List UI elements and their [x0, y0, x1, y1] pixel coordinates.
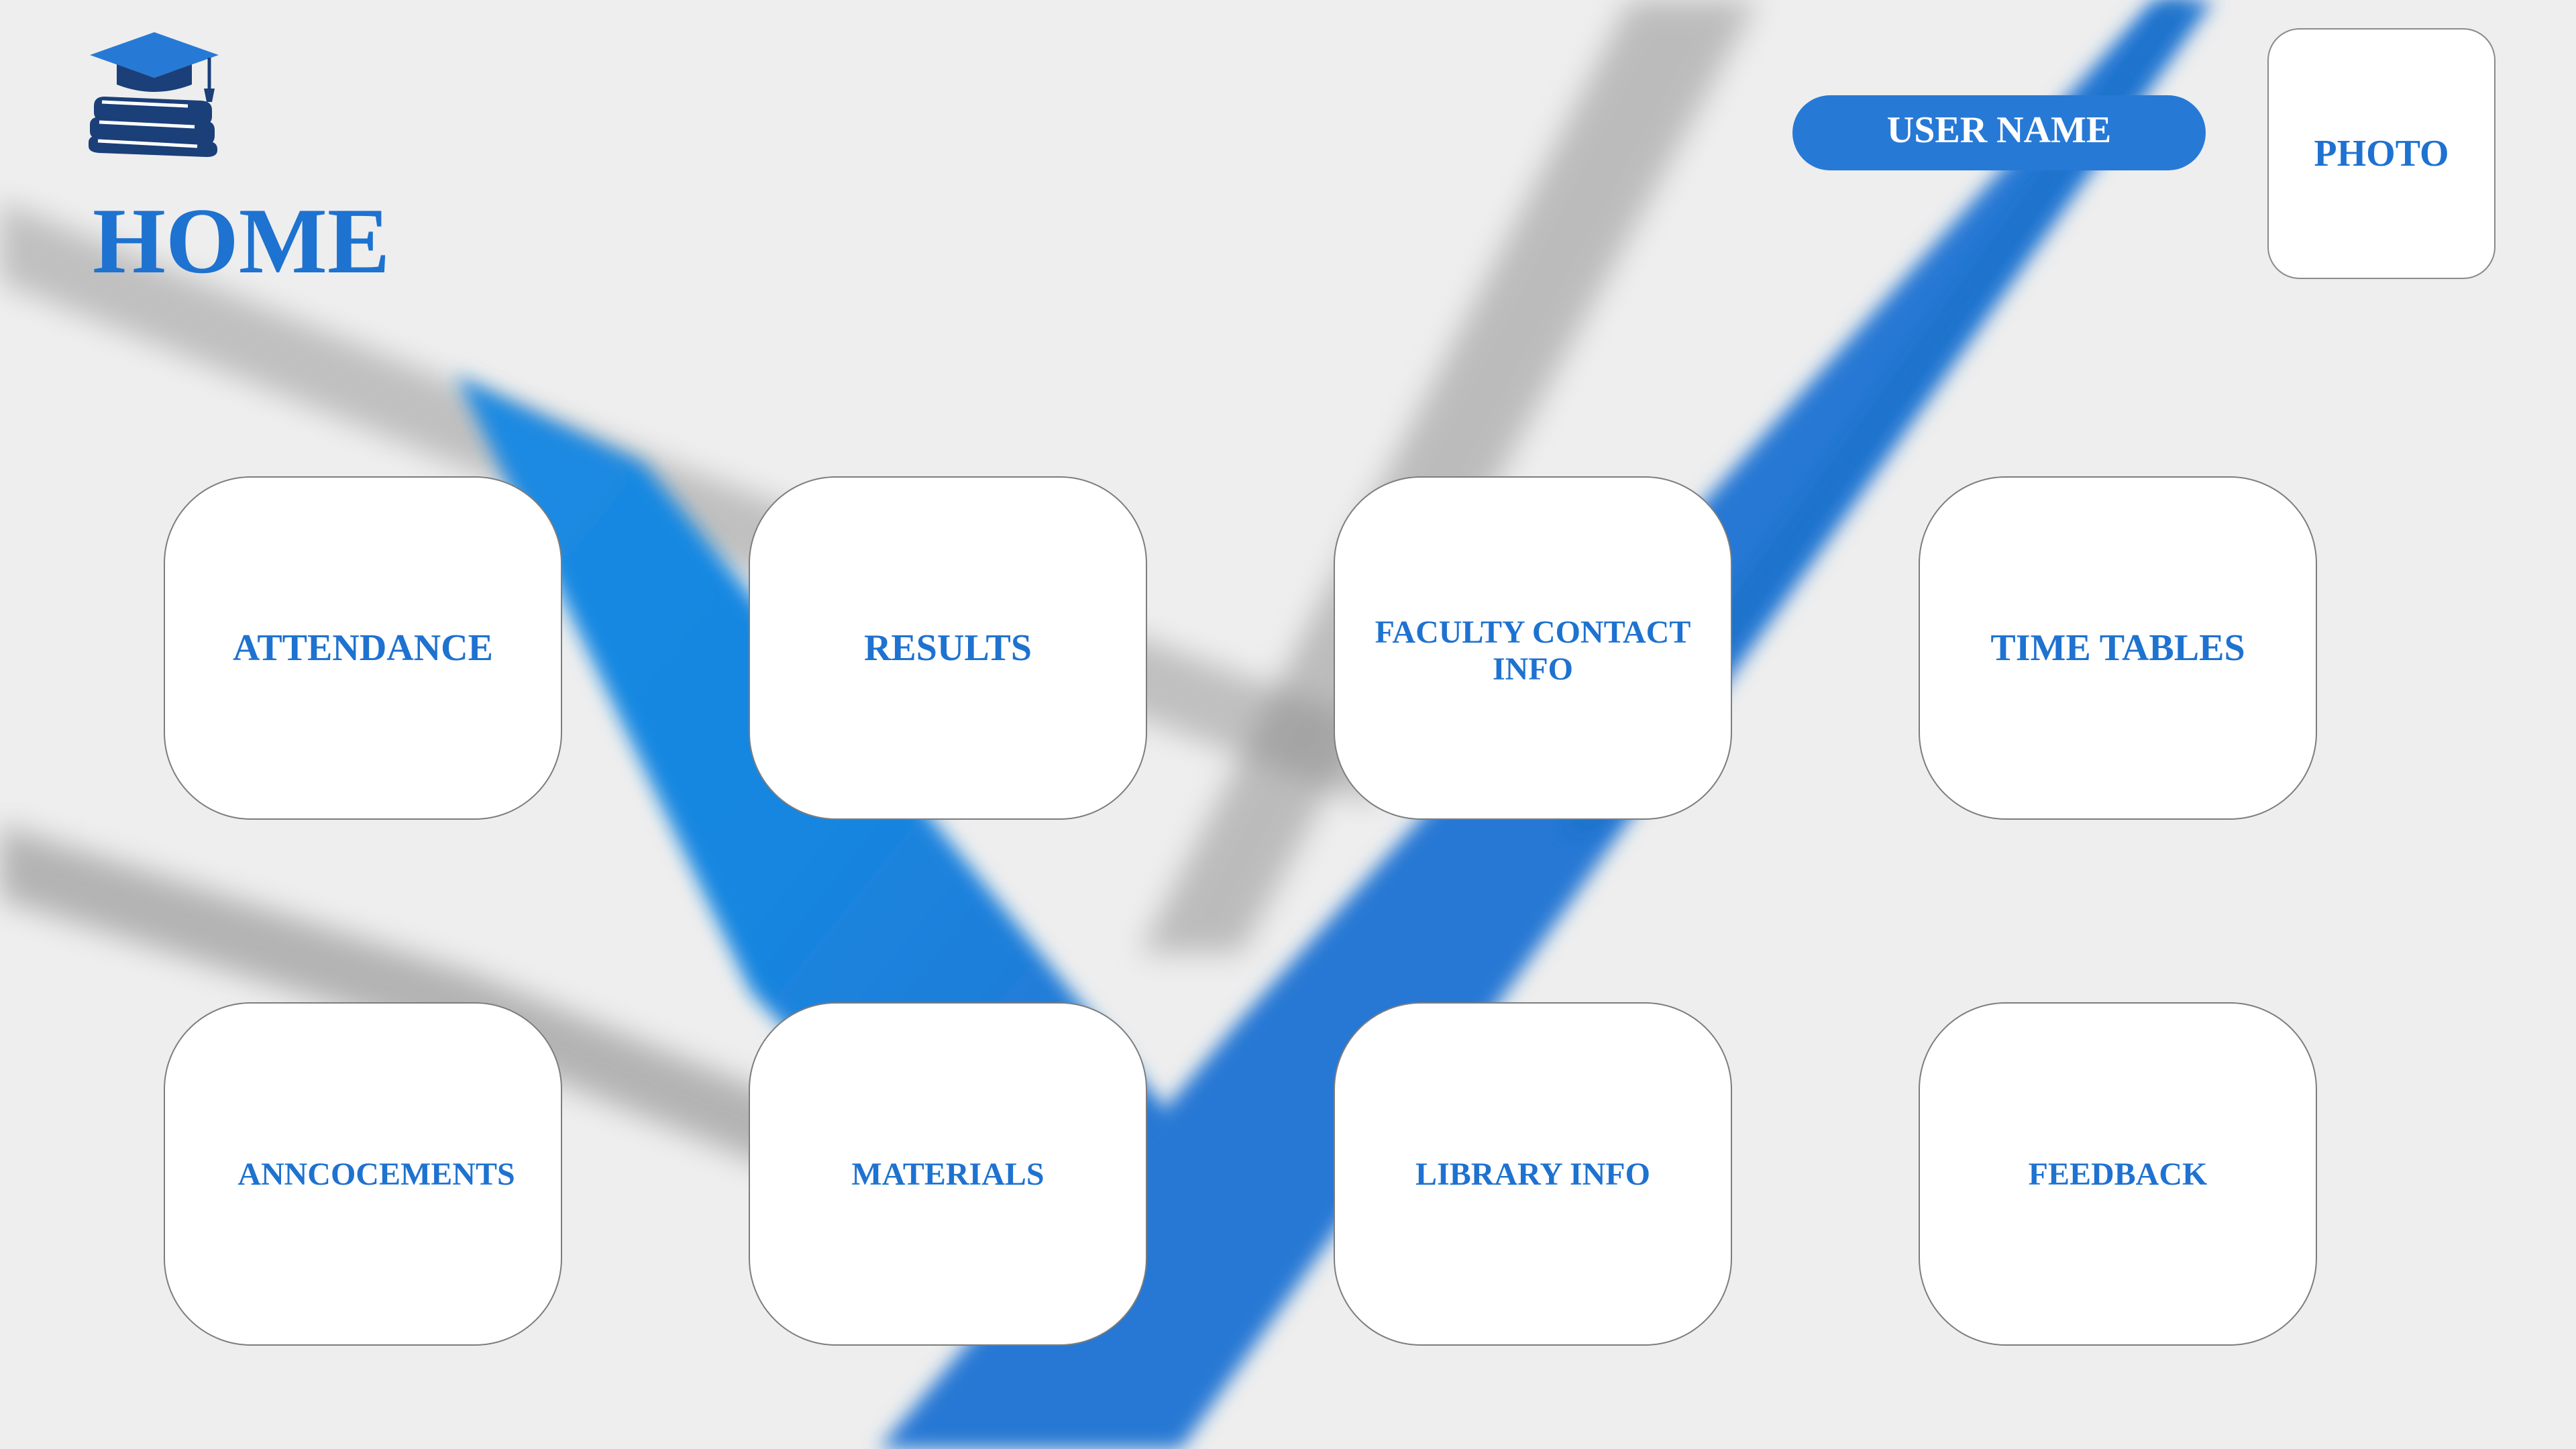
announcements-tile[interactable]: ANNCOCEMENTS — [164, 1002, 562, 1346]
faculty-contact-info-label: FACULTY CONTACT INFO — [1375, 614, 1691, 687]
user-name-badge[interactable]: USER NAME — [1792, 95, 2206, 170]
profile-photo[interactable]: PHOTO — [2267, 28, 2496, 279]
materials-tile[interactable]: MATERIALS — [749, 1002, 1147, 1346]
page-title: HOME — [93, 189, 390, 293]
time-tables-label: TIME TABLES — [1990, 627, 2245, 669]
library-info-tile[interactable]: LIBRARY INFO — [1334, 1002, 1732, 1346]
announcements-label: ANNCOCEMENTS — [237, 1156, 515, 1192]
results-tile[interactable]: RESULTS — [749, 476, 1147, 820]
graduation-cap-books-icon — [87, 27, 221, 158]
photo-label: PHOTO — [2314, 133, 2449, 174]
attendance-tile[interactable]: ATTENDANCE — [164, 476, 562, 820]
attendance-label: ATTENDANCE — [233, 627, 493, 669]
time-tables-tile[interactable]: TIME TABLES — [1919, 476, 2317, 820]
feedback-tile[interactable]: FEEDBACK — [1919, 1002, 2317, 1346]
feedback-label: FEEDBACK — [2028, 1156, 2208, 1192]
materials-label: MATERIALS — [851, 1156, 1044, 1192]
results-label: RESULTS — [863, 627, 1032, 669]
library-info-label: LIBRARY INFO — [1415, 1156, 1650, 1192]
faculty-contact-info-tile[interactable]: FACULTY CONTACT INFO — [1334, 476, 1732, 820]
